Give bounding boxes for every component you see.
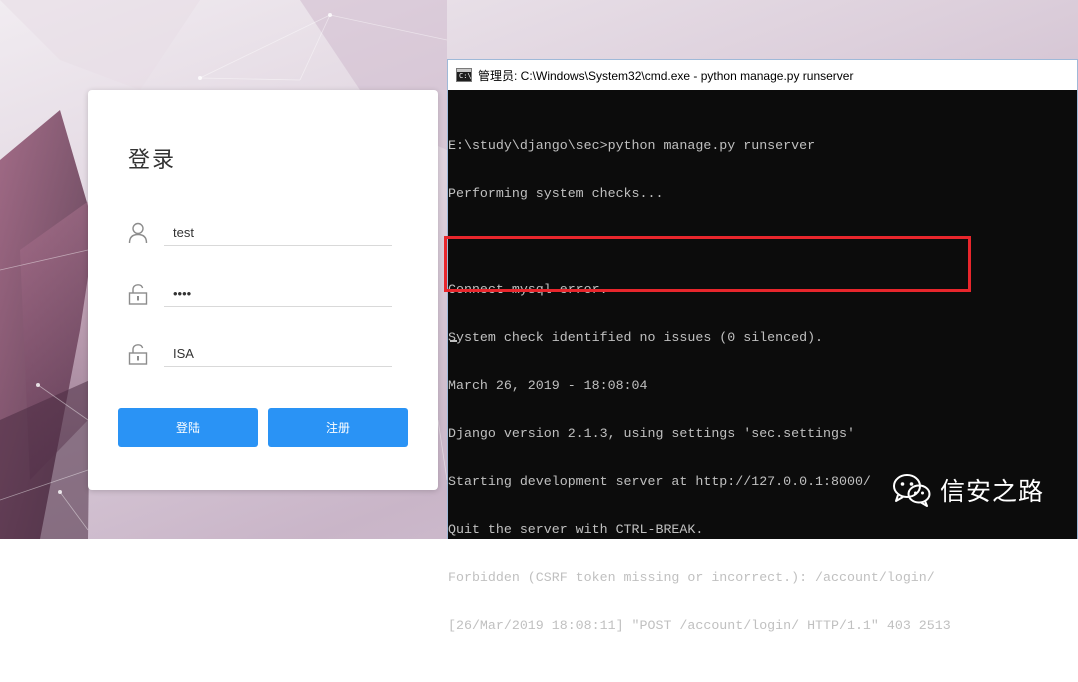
console-line: Performing system checks... — [448, 186, 664, 201]
watermark: 信安之路 — [892, 472, 1044, 508]
register-button[interactable]: 注册 — [268, 408, 408, 447]
console-line: Quit the server with CTRL-BREAK. — [448, 522, 704, 537]
cmd-icon: C:\ — [456, 68, 472, 82]
console-line: Starting development server at http://12… — [448, 474, 871, 489]
console-line: System check identified no issues (0 sil… — [448, 330, 824, 345]
console-output[interactable]: E:\study\django\sec>python manage.py run… — [448, 106, 951, 682]
username-input[interactable] — [164, 220, 392, 246]
login-title: 登录 — [128, 147, 177, 172]
password-field — [128, 281, 393, 309]
unlock-icon — [128, 284, 148, 305]
unlock-icon — [128, 344, 148, 365]
console-line: March 26, 2019 - 18:08:04 — [448, 378, 648, 393]
login-card: 登录 登陆 注册 — [88, 90, 438, 490]
verification-field — [128, 341, 393, 369]
cmd-icon-label: C:\ — [459, 72, 472, 80]
console-line: Forbidden (CSRF token missing or incorre… — [448, 570, 935, 585]
console-line: E:\study\django\sec>python manage.py run… — [448, 138, 816, 153]
wechat-icon — [893, 474, 931, 507]
password-input[interactable] — [164, 281, 392, 307]
console-line: Connect mysql error. — [448, 282, 608, 297]
console-cursor — [450, 340, 457, 342]
cmd-titlebar[interactable]: C:\ 管理员: C:\Windows\System32\cmd.exe - p… — [448, 60, 1077, 90]
cmd-window: C:\ 管理员: C:\Windows\System32\cmd.exe - p… — [447, 59, 1078, 633]
cmd-title: 管理员: C:\Windows\System32\cmd.exe - pytho… — [478, 68, 854, 83]
watermark-text: 信安之路 — [940, 478, 1045, 506]
console-line: [26/Mar/2019 18:08:11] "POST /account/lo… — [448, 618, 951, 633]
username-field — [128, 220, 393, 248]
login-button[interactable]: 登陆 — [118, 408, 258, 447]
verification-input[interactable] — [164, 341, 392, 367]
user-icon — [128, 222, 148, 244]
console-line: Django version 2.1.3, using settings 'se… — [448, 426, 855, 441]
